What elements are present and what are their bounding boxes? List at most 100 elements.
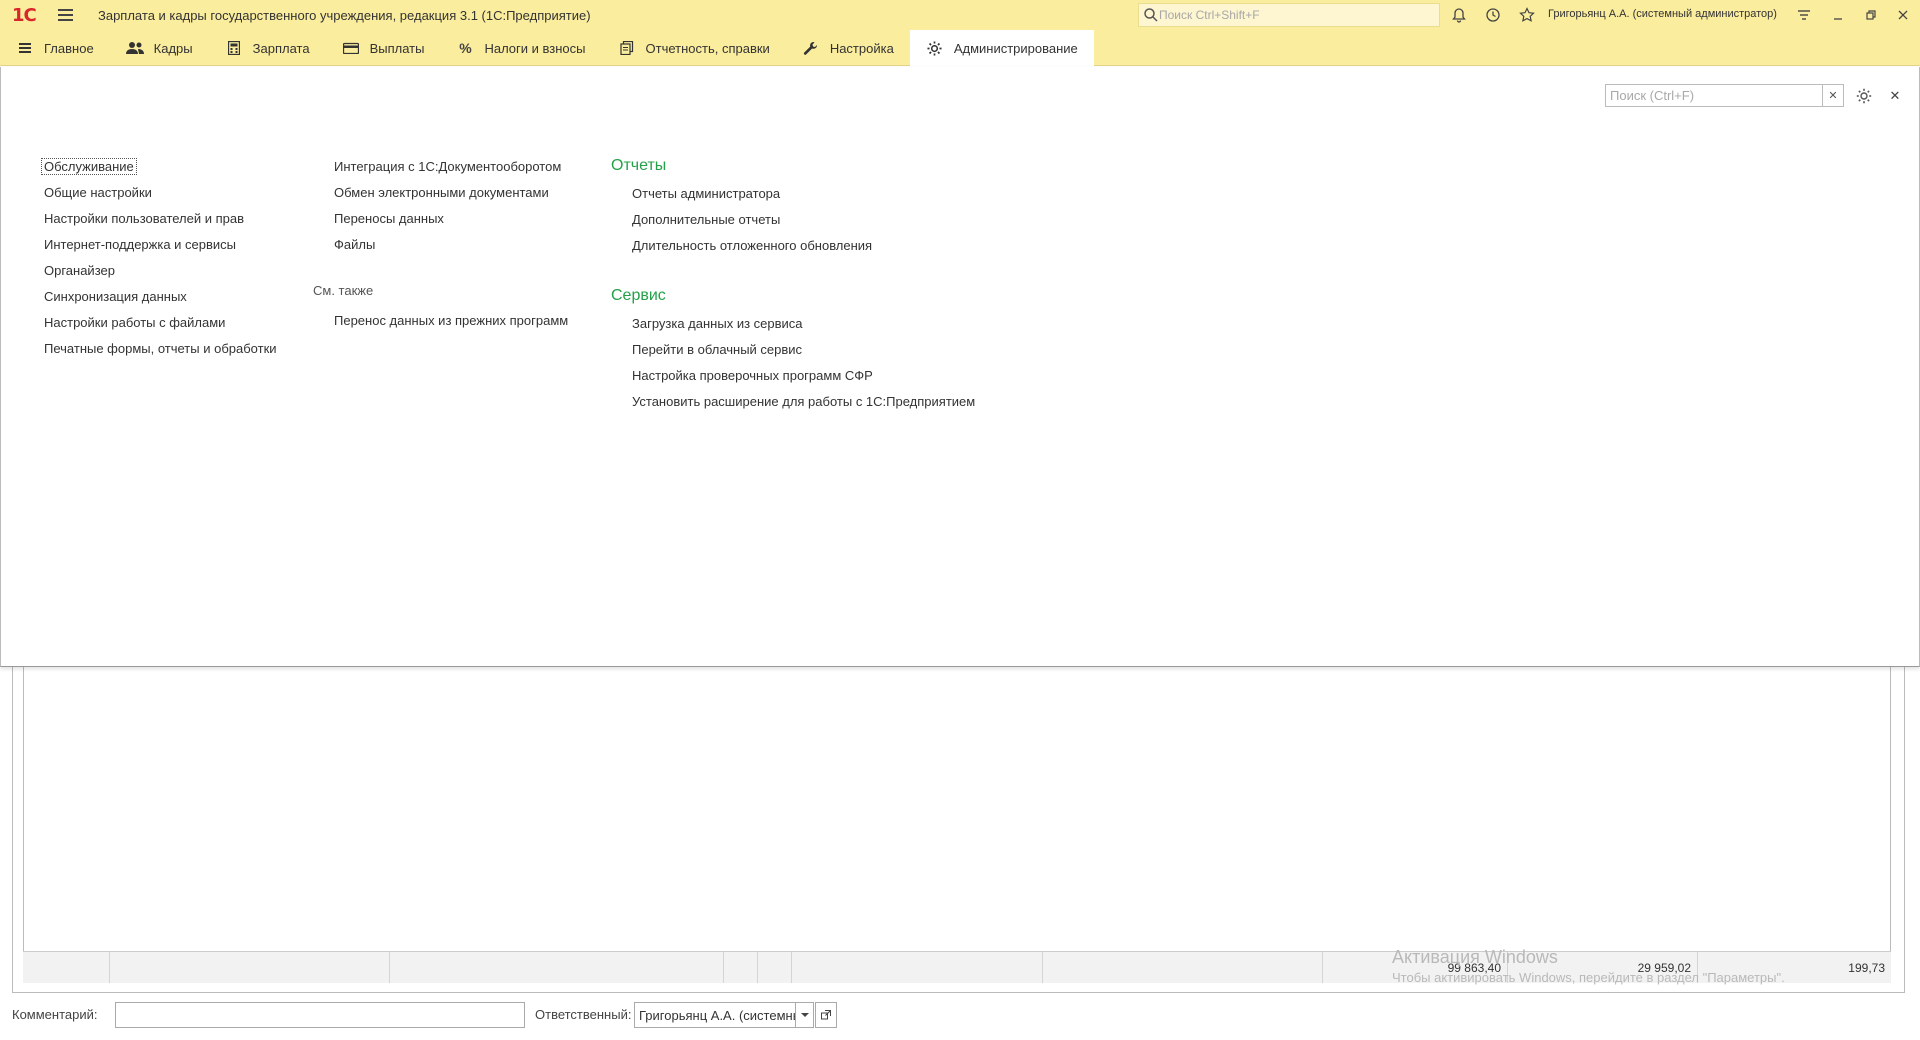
close-icon: ✕ bbox=[1889, 88, 1901, 103]
section-label: Администрирование bbox=[953, 40, 1078, 56]
section-settings[interactable]: Настройка bbox=[786, 30, 910, 66]
totals-cell-3: 199,73 bbox=[1698, 952, 1891, 983]
link-file-settings[interactable]: Настройки работы с файлами bbox=[44, 310, 277, 336]
link-additional-reports[interactable]: Дополнительные отчеты bbox=[632, 207, 872, 233]
section-reports[interactable]: Отчетность, справки bbox=[602, 30, 786, 66]
comment-label: Комментарий: bbox=[12, 1007, 98, 1022]
link-label: Обслуживание bbox=[41, 158, 137, 175]
minimize-icon[interactable] bbox=[1827, 4, 1849, 26]
percent-icon: % bbox=[459, 40, 472, 56]
totals-cell-2: 29 959,02 bbox=[1508, 952, 1698, 983]
reports-list: Отчеты администратора Дополнительные отч… bbox=[632, 181, 872, 259]
app-title: Зарплата и кадры государственного учрежд… bbox=[98, 7, 591, 23]
people-icon bbox=[125, 39, 144, 57]
link-import-legacy[interactable]: Перенос данных из прежних программ bbox=[334, 308, 568, 334]
link-edi[interactable]: Обмен электронными документами bbox=[334, 180, 561, 206]
link-cloud-service[interactable]: Перейти в облачный сервис bbox=[632, 337, 975, 363]
comment-input[interactable] bbox=[116, 1003, 524, 1027]
section-label: Отчетность, справки bbox=[645, 40, 770, 56]
link-docflow-integration[interactable]: Интеграция с 1С:Документооборотом bbox=[334, 154, 561, 180]
totals-cell bbox=[724, 952, 758, 983]
link-maintenance[interactable]: Обслуживание bbox=[41, 154, 277, 180]
section-label: Налоги и взносы bbox=[484, 40, 586, 56]
section-hr[interactable]: Кадры bbox=[110, 30, 209, 66]
chevron-down-icon bbox=[800, 1013, 809, 1017]
settings-menu-icon[interactable] bbox=[1793, 4, 1815, 26]
comment-field[interactable] bbox=[115, 1002, 525, 1028]
panel-settings-button[interactable] bbox=[1853, 85, 1875, 107]
history-icon[interactable] bbox=[1482, 4, 1504, 26]
link-data-transfer[interactable]: Переносы данных bbox=[334, 206, 561, 232]
current-user[interactable]: Григорьянц А.А. (системный администратор… bbox=[1548, 8, 1777, 20]
panel-close-button[interactable]: ✕ bbox=[1885, 85, 1905, 107]
table-totals-row: 99 863,40 29 959,02 199,73 bbox=[23, 951, 1891, 983]
see-also-heading: См. также bbox=[313, 283, 374, 298]
section-payments[interactable]: Выплаты bbox=[326, 30, 441, 66]
menu-icon bbox=[16, 39, 34, 57]
link-files[interactable]: Файлы bbox=[334, 232, 561, 258]
total-value: 199,73 bbox=[1848, 961, 1885, 975]
service-group: Сервис Загрузка данных из сервиса Перейт… bbox=[611, 281, 975, 415]
section-main[interactable]: Главное bbox=[0, 30, 110, 66]
global-search-input[interactable] bbox=[1159, 8, 1439, 22]
1c-logo[interactable]: 1С bbox=[12, 4, 44, 26]
link-internet-support[interactable]: Интернет-поддержка и сервисы bbox=[44, 232, 277, 258]
star-icon[interactable] bbox=[1516, 4, 1538, 26]
link-organizer[interactable]: Органайзер bbox=[44, 258, 277, 284]
totals-cell bbox=[390, 952, 724, 983]
close-icon[interactable] bbox=[1892, 4, 1914, 26]
responsible-dropdown-button[interactable] bbox=[796, 1002, 814, 1028]
link-deferred-update-duration[interactable]: Длительность отложенного обновления bbox=[632, 233, 872, 259]
section-taxes[interactable]: % Налоги и взносы bbox=[440, 30, 601, 66]
totals-cell bbox=[23, 952, 110, 983]
section-label: Зарплата bbox=[252, 40, 310, 56]
sections-panel: Главное Кадры Зарплата Выплаты % Налоги … bbox=[0, 30, 1920, 66]
link-users-rights[interactable]: Настройки пользователей и прав bbox=[44, 206, 277, 232]
global-search[interactable] bbox=[1138, 3, 1440, 27]
wrench-icon bbox=[802, 39, 820, 57]
search-icon bbox=[1144, 8, 1158, 22]
calculator-icon bbox=[225, 39, 243, 57]
responsible-field[interactable] bbox=[634, 1002, 796, 1028]
totals-cell bbox=[1043, 952, 1323, 983]
totals-cell-1: 99 863,40 bbox=[1323, 952, 1508, 983]
gear-icon bbox=[1856, 88, 1872, 104]
link-load-from-service[interactable]: Загрузка данных из сервиса bbox=[632, 311, 975, 337]
main-menu-icon[interactable] bbox=[58, 5, 78, 25]
panel-search-input[interactable] bbox=[1606, 85, 1822, 106]
totals-cell bbox=[110, 952, 390, 983]
reports-heading: Отчеты bbox=[611, 157, 667, 174]
section-label: Главное bbox=[44, 40, 94, 56]
link-print-forms[interactable]: Печатные формы, отчеты и обработки bbox=[44, 336, 277, 362]
link-general-settings[interactable]: Общие настройки bbox=[44, 180, 277, 206]
section-label: Выплаты bbox=[369, 40, 425, 56]
link-data-sync[interactable]: Синхронизация данных bbox=[44, 284, 277, 310]
gear-icon bbox=[926, 39, 944, 57]
wallet-icon bbox=[342, 39, 360, 57]
total-value: 29 959,02 bbox=[1637, 961, 1691, 975]
link-install-extension[interactable]: Установить расширение для работы с 1С:Пр… bbox=[632, 389, 975, 415]
bell-icon[interactable] bbox=[1448, 4, 1470, 26]
service-list: Загрузка данных из сервиса Перейти в обл… bbox=[632, 311, 975, 415]
service-heading: Сервис bbox=[611, 287, 666, 304]
see-also-group: См. также Перенос данных из прежних прог… bbox=[313, 278, 568, 334]
totals-cell bbox=[792, 952, 1043, 983]
link-admin-reports[interactable]: Отчеты администратора bbox=[632, 181, 872, 207]
panel-column-1: Обслуживание Общие настройки Настройки п… bbox=[41, 154, 277, 362]
section-label: Настройка bbox=[829, 40, 894, 56]
panel-search[interactable] bbox=[1605, 84, 1823, 107]
open-icon bbox=[821, 1010, 831, 1020]
clear-icon: ✕ bbox=[1828, 90, 1838, 102]
link-sfr-check-programs[interactable]: Настройка проверочных программ СФР bbox=[632, 363, 975, 389]
responsible-label: Ответственный: bbox=[535, 1007, 632, 1022]
responsible-input[interactable] bbox=[635, 1003, 795, 1027]
responsible-open-button[interactable] bbox=[815, 1002, 837, 1028]
restore-icon[interactable] bbox=[1860, 4, 1882, 26]
section-administration[interactable]: Администрирование bbox=[909, 30, 1094, 66]
title-bar: 1С Зарплата и кадры государственного учр… bbox=[0, 0, 1920, 30]
documents-icon bbox=[618, 39, 636, 57]
section-salary[interactable]: Зарплата bbox=[209, 30, 326, 66]
clear-search-button[interactable]: ✕ bbox=[1823, 84, 1844, 107]
section-label: Кадры bbox=[153, 40, 193, 56]
administration-panel: ✕ ✕ Обслуживание Общие настройки Настрой… bbox=[0, 67, 1920, 667]
